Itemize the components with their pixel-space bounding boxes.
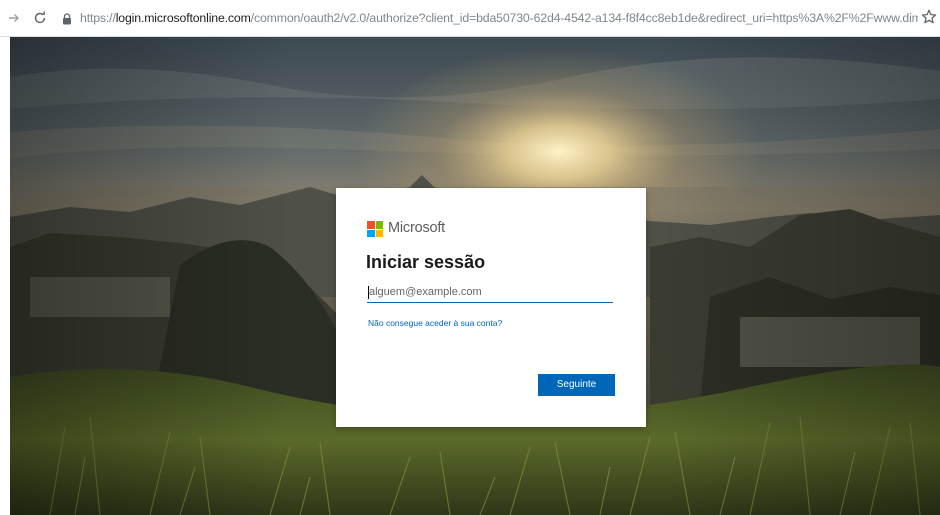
email-input[interactable]: [367, 283, 613, 303]
browser-window: https://login.microsoftonline.com/common…: [0, 0, 940, 515]
next-button[interactable]: Seguinte: [538, 374, 615, 396]
star-icon[interactable]: [920, 8, 938, 26]
logo-yellow-square: [375, 229, 383, 237]
microsoft-logo-icon: [367, 221, 383, 237]
url-host: login.microsoftonline.com: [115, 11, 251, 25]
address-bar[interactable]: https://login.microsoftonline.com/common…: [80, 10, 918, 26]
lock-icon[interactable]: [62, 12, 72, 25]
logo-green-square: [375, 221, 383, 229]
page-title: Iniciar sessão: [366, 252, 486, 272]
url-path: /common/oauth2/v2.0/authorize?client_id=…: [250, 11, 918, 25]
text-caret: [368, 286, 369, 299]
brand-name: Microsoft: [388, 220, 446, 236]
login-card: Microsoft Iniciar sessão Não consegue ac…: [336, 188, 646, 427]
arrow-right-icon[interactable]: [4, 8, 24, 28]
logo-red-square: [367, 221, 375, 229]
reload-icon[interactable]: [30, 8, 50, 28]
url-prefix: https://: [80, 11, 116, 25]
cant-access-account-link[interactable]: Não consegue aceder à sua conta?: [368, 317, 502, 329]
browser-toolbar: https://login.microsoftonline.com/common…: [0, 0, 940, 37]
logo-blue-square: [367, 229, 375, 237]
